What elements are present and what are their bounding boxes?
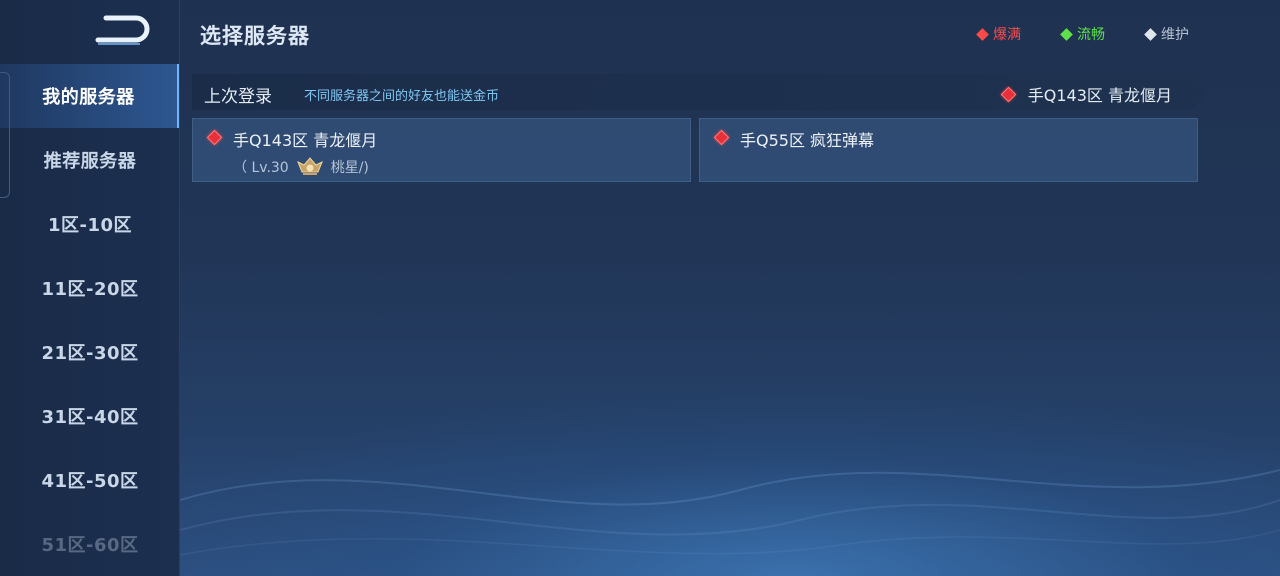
page-title: 选择服务器 <box>200 24 310 48</box>
legend-smooth-label: 流畅 <box>1077 27 1105 43</box>
legend-smooth: 流畅 <box>1060 24 1105 44</box>
legend-full-label: 爆满 <box>993 27 1021 43</box>
sidebar-item-zone-1-10[interactable]: 1区-10区 <box>0 192 179 256</box>
background-waves <box>180 469 1280 556</box>
server-name: 手Q55区 疯狂弹幕 <box>740 131 875 150</box>
sidebar-item-recommended[interactable]: 推荐服务器 <box>0 128 179 192</box>
legend-full: 爆满 <box>976 24 1021 44</box>
last-login-server: 手Q143区 青龙偃月 <box>1000 82 1172 106</box>
sidebar-item-zone-31-40[interactable]: 31区-40区 <box>0 384 179 448</box>
server-player-info: （ Lv.30 桃星/) <box>233 156 369 178</box>
rank-badge-icon <box>296 157 323 175</box>
status-full-icon <box>206 129 223 146</box>
last-login-label: 上次登录 <box>204 87 272 107</box>
server-category-sidebar: 我的服务器 推荐服务器 1区-10区 11区-20区 21区-30区 31区-4… <box>0 0 180 576</box>
status-full-icon <box>1000 86 1017 102</box>
status-full-icon <box>713 129 730 146</box>
last-login-bar[interactable]: 上次登录 不同服务器之间的好友也能送金币 手Q143区 青龙偃月 <box>192 74 1208 110</box>
back-button[interactable] <box>92 14 152 48</box>
status-full-icon <box>976 27 989 41</box>
player-level: （ Lv.30 <box>233 160 289 176</box>
back-arrow-icon <box>95 15 150 45</box>
sidebar-item-zone-41-50[interactable]: 41区-50区 <box>0 448 179 512</box>
legend-maintain: 维护 <box>1144 24 1189 44</box>
server-card[interactable]: 手Q143区 青龙偃月 （ Lv.30 桃星/) <box>192 118 691 182</box>
last-login-hint: 不同服务器之间的好友也能送金币 <box>304 89 500 104</box>
legend-maintain-label: 维护 <box>1161 27 1189 43</box>
sidebar-item-my-servers[interactable]: 我的服务器 <box>0 64 179 128</box>
sidebar-item-zone-21-30[interactable]: 21区-30区 <box>0 320 179 384</box>
last-login-server-name: 手Q143区 青龙偃月 <box>1027 86 1172 105</box>
sidebar-item-zone-51-60[interactable]: 51区-60区 <box>0 512 179 576</box>
server-card[interactable]: 手Q55区 疯狂弹幕 <box>699 118 1198 182</box>
server-name: 手Q143区 青龙偃月 <box>233 131 378 150</box>
status-smooth-icon <box>1060 27 1073 41</box>
status-maintain-icon <box>1144 27 1157 41</box>
sidebar-item-zone-11-20[interactable]: 11区-20区 <box>0 256 179 320</box>
player-name: 桃星/) <box>330 160 369 176</box>
